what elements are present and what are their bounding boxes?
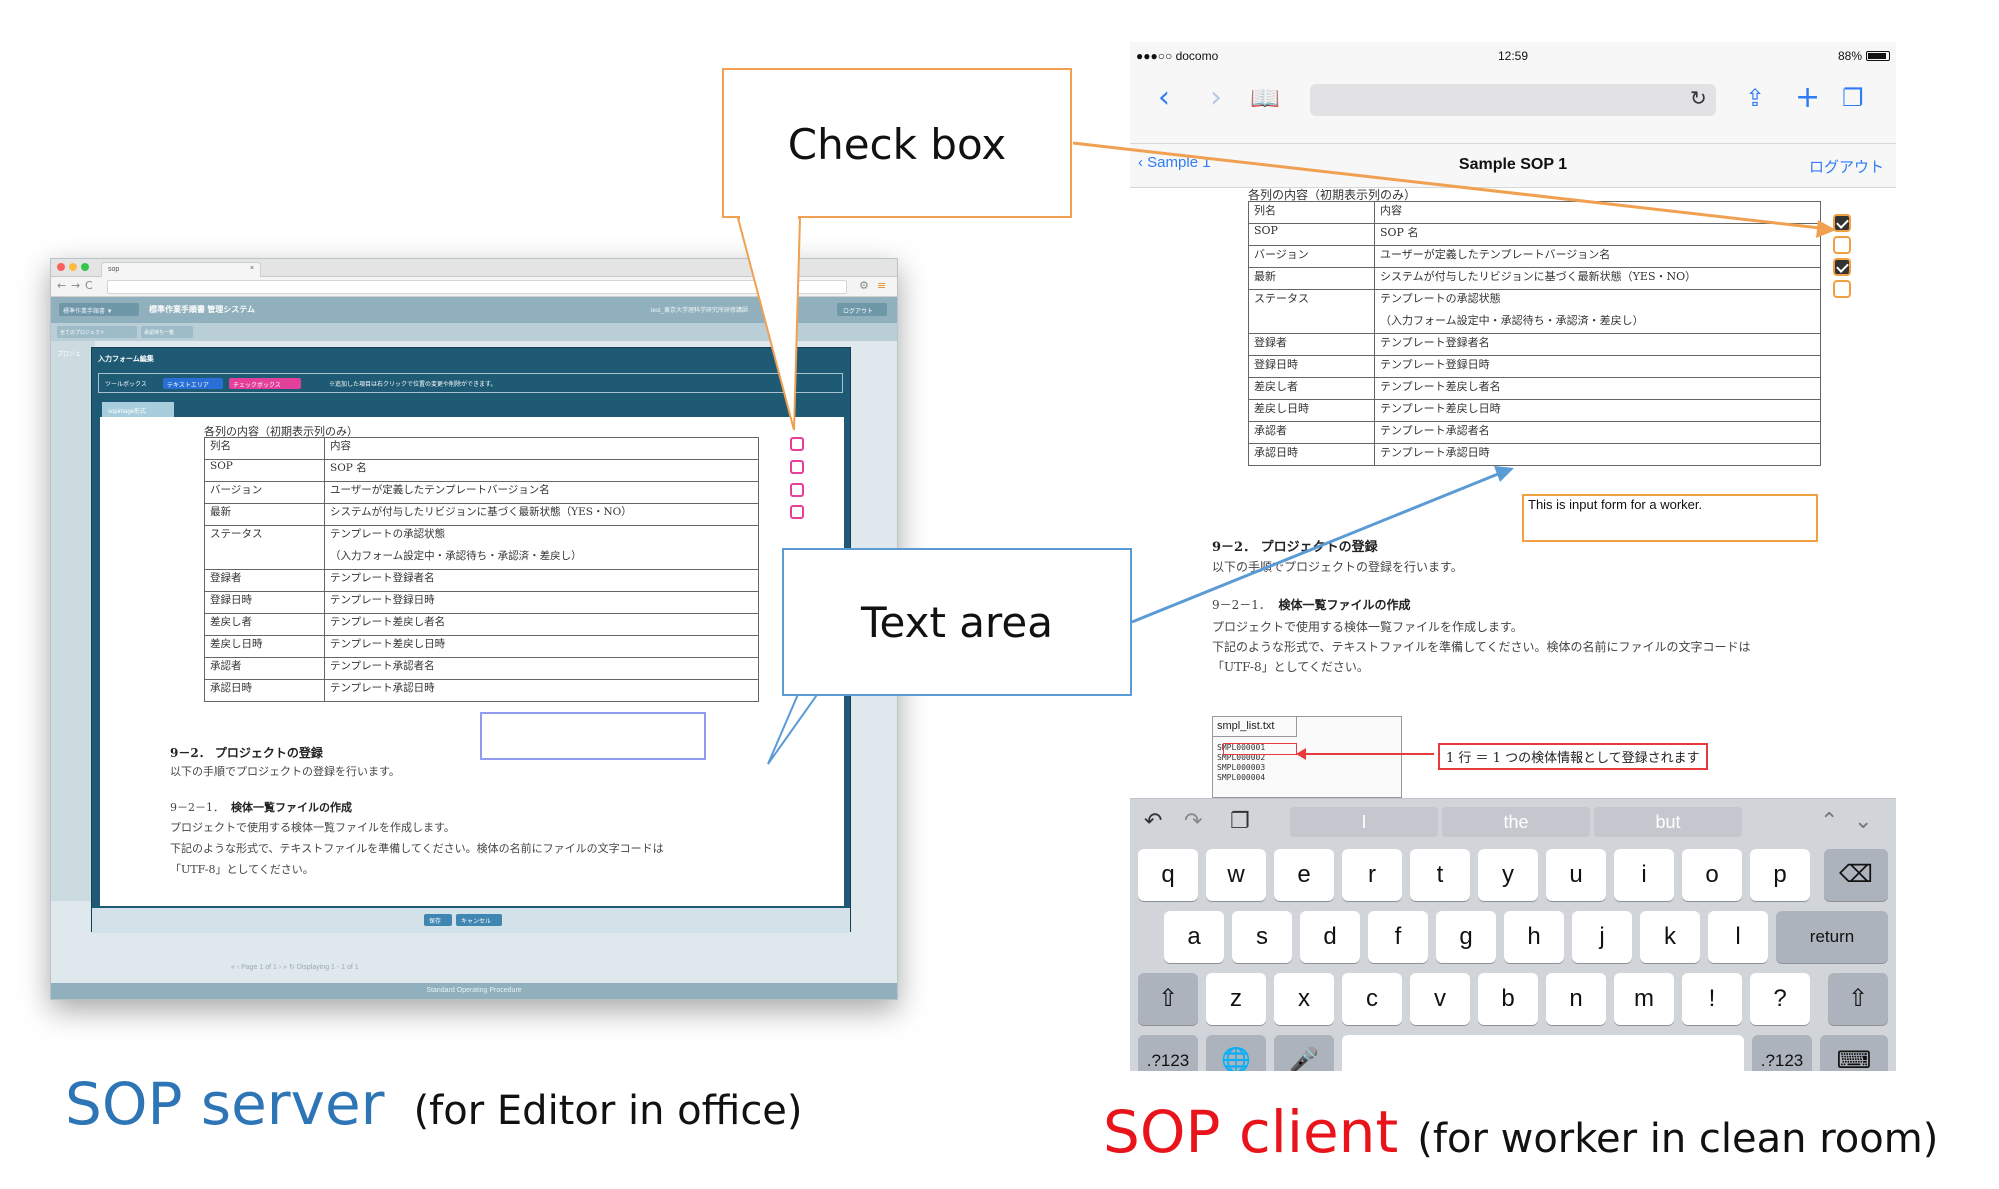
checkbox-callout-tail — [736, 217, 802, 431]
textarea-callout-label: Text area — [861, 598, 1053, 647]
checkbox-arrow — [1072, 141, 1821, 230]
checkbox-arrow-head — [1816, 220, 1836, 238]
callout-joint — [740, 214, 798, 222]
checkbox-callout: Check box — [722, 68, 1072, 218]
textarea-arrow — [1131, 472, 1499, 624]
textarea-callout: Text area — [782, 548, 1132, 696]
server-caption-title: SOP server — [65, 1070, 385, 1138]
client-caption: SOP client (for worker in clean room) — [1103, 1098, 1938, 1166]
client-caption-subtitle: (for worker in clean room) — [1417, 1116, 1939, 1162]
checkbox-callout-label: Check box — [787, 120, 1007, 169]
textarea-arrow-head — [1494, 466, 1514, 482]
server-caption: SOP server (for Editor in office) — [65, 1070, 803, 1138]
client-caption-title: SOP client — [1103, 1098, 1399, 1166]
server-caption-subtitle: (for Editor in office) — [413, 1088, 803, 1134]
